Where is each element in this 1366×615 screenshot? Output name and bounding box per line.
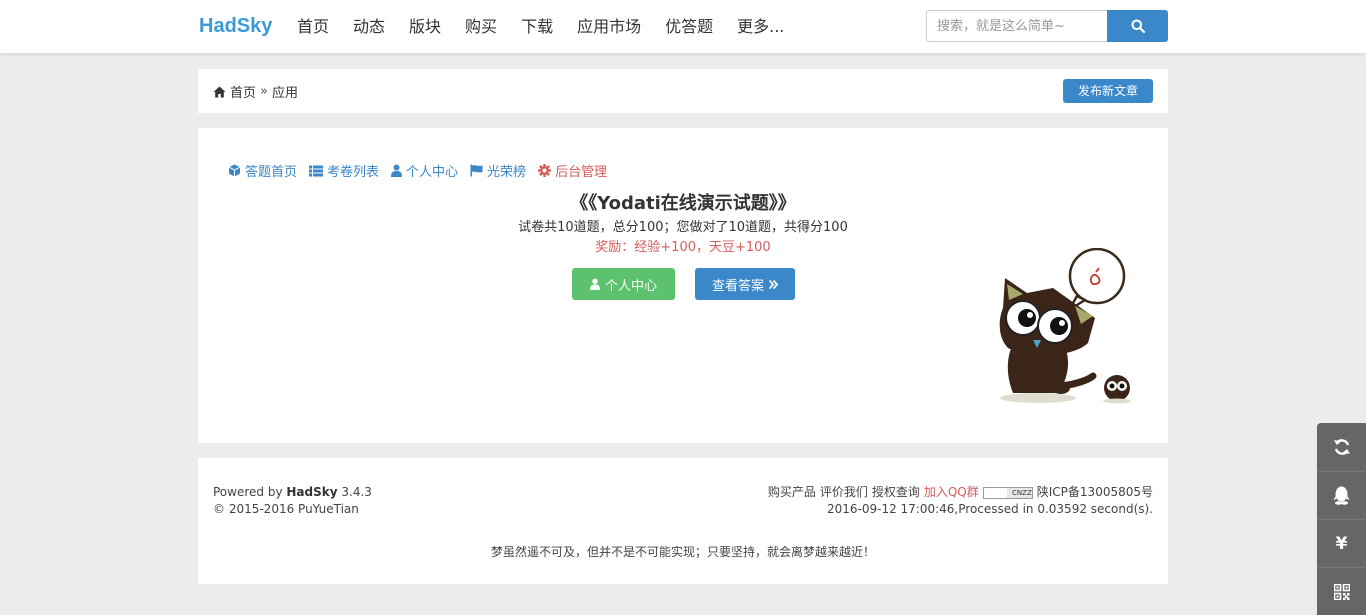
cube-icon bbox=[228, 164, 241, 177]
user-center-button[interactable]: 个人中心 bbox=[572, 268, 675, 300]
breadcrumb-panel: 首页 » 应用 发布新文章 bbox=[198, 69, 1168, 113]
powered-version: 3.4.3 bbox=[341, 485, 372, 499]
subnav-quiz-home-label: 答题首页 bbox=[245, 165, 298, 180]
nav-boards[interactable]: 版块 bbox=[397, 0, 453, 54]
subnav-user-center-label: 个人中心 bbox=[406, 165, 459, 180]
footer-panel: Powered by HadSky 3.4.3 © 2015-2016 PuYu… bbox=[198, 458, 1168, 584]
exam-summary: 试卷共10道题，总分100；您做对了10道题，共得分100 bbox=[518, 220, 848, 235]
footer-link-rate[interactable]: 评价我们 bbox=[820, 484, 868, 501]
subnav-user-center[interactable]: 个人中心 bbox=[391, 161, 458, 180]
refresh-icon bbox=[1333, 439, 1350, 455]
nav-buy[interactable]: 购买 bbox=[453, 0, 509, 54]
footer-left: Powered by HadSky 3.4.3 © 2015-2016 PuYu… bbox=[213, 484, 372, 518]
gear-icon bbox=[538, 164, 552, 177]
subnav-honor-board-label: 光荣榜 bbox=[487, 165, 527, 180]
user-icon bbox=[391, 164, 403, 177]
footer-right: 购买产品 评价我们 授权查询 加入QQ群 CNZZ 陕ICP备13005805号… bbox=[768, 484, 1153, 518]
footer-links: 购买产品 评价我们 授权查询 加入QQ群 CNZZ 陕ICP备13005805号 bbox=[768, 484, 1153, 501]
flag-icon bbox=[470, 164, 483, 177]
quiz-subnav: 答题首页 考卷列表 个人中心 光荣榜 后台管理 bbox=[228, 161, 607, 180]
cat-mascot-illustration bbox=[999, 248, 1131, 404]
nav-app-market[interactable]: 应用市场 bbox=[565, 0, 653, 54]
view-answers-button-label: 查看答案 bbox=[711, 278, 764, 294]
search-form bbox=[926, 10, 1168, 42]
breadcrumb-home[interactable]: 首页 bbox=[230, 82, 256, 101]
angle-double-right-icon bbox=[769, 279, 778, 289]
nav-more[interactable]: 更多... bbox=[725, 0, 796, 54]
donate-button[interactable]: ¥ bbox=[1317, 519, 1366, 567]
yen-icon: ¥ bbox=[1335, 533, 1348, 554]
subnav-admin-label: 后台管理 bbox=[555, 165, 608, 180]
footer-link-license[interactable]: 授权查询 bbox=[872, 484, 920, 501]
processed-info: 2016-09-12 17:00:46,Processed in 0.03592… bbox=[826, 502, 1153, 516]
search-button[interactable] bbox=[1107, 10, 1168, 42]
user-icon bbox=[589, 278, 600, 290]
search-input[interactable] bbox=[926, 10, 1107, 42]
powered-name[interactable]: HadSky bbox=[286, 485, 337, 499]
side-toolbar: ¥ bbox=[1317, 423, 1366, 615]
refresh-button[interactable] bbox=[1317, 423, 1366, 471]
list-icon bbox=[309, 165, 324, 176]
exam-result-panel: 答题首页 考卷列表 个人中心 光荣榜 后台管理 《《Yodati在线演示试题》》… bbox=[198, 128, 1168, 443]
footer-link-buy[interactable]: 购买产品 bbox=[768, 484, 816, 501]
cnzz-badge[interactable]: CNZZ bbox=[982, 486, 1033, 499]
user-center-button-label: 个人中心 bbox=[604, 278, 657, 294]
nav-download[interactable]: 下载 bbox=[509, 0, 565, 54]
exam-title: 《《Yodati在线演示试题》》 bbox=[570, 193, 796, 214]
copyright: © 2015-2016 PuYueTian bbox=[213, 502, 359, 516]
qq-icon bbox=[1333, 486, 1350, 505]
nav-youdati[interactable]: 优答题 bbox=[653, 0, 725, 54]
powered-by: Powered by HadSky 3.4.3 bbox=[213, 484, 372, 501]
breadcrumb-separator: » bbox=[260, 84, 268, 99]
nav-home[interactable]: 首页 bbox=[285, 0, 341, 54]
subnav-exam-list-label: 考卷列表 bbox=[327, 165, 380, 180]
footer-slogan: 梦虽然遥不可及，但并不是不可能实现；只要坚持，就会离梦越来越近！ bbox=[490, 545, 875, 559]
home-icon bbox=[213, 86, 226, 97]
footer-link-qq-group[interactable]: 加入QQ群 bbox=[924, 484, 979, 501]
breadcrumb-current[interactable]: 应用 bbox=[272, 82, 298, 101]
breadcrumb: 首页 » 应用 bbox=[213, 82, 298, 101]
subnav-honor-board[interactable]: 光荣榜 bbox=[470, 161, 526, 180]
view-answers-button[interactable]: 查看答案 bbox=[695, 268, 795, 300]
powered-prefix: Powered by bbox=[213, 485, 283, 499]
nav-dynamic[interactable]: 动态 bbox=[341, 0, 397, 54]
subnav-admin[interactable]: 后台管理 bbox=[538, 161, 607, 180]
subnav-quiz-home[interactable]: 答题首页 bbox=[228, 161, 297, 180]
brand-logo[interactable]: HadSky bbox=[199, 15, 272, 38]
qrcode-button[interactable] bbox=[1317, 567, 1366, 615]
search-icon bbox=[1131, 19, 1145, 33]
qq-button[interactable] bbox=[1317, 471, 1366, 519]
subnav-exam-list[interactable]: 考卷列表 bbox=[309, 161, 379, 180]
footer-icp[interactable]: 陕ICP备13005805号 bbox=[1037, 484, 1153, 501]
main-nav: 首页 动态 版块 购买 下载 应用市场 优答题 更多... bbox=[285, 0, 796, 54]
top-navbar: HadSky 首页 动态 版块 购买 下载 应用市场 优答题 更多... bbox=[0, 0, 1366, 54]
qrcode-icon bbox=[1333, 583, 1350, 600]
post-new-article-button[interactable]: 发布新文章 bbox=[1062, 79, 1153, 103]
